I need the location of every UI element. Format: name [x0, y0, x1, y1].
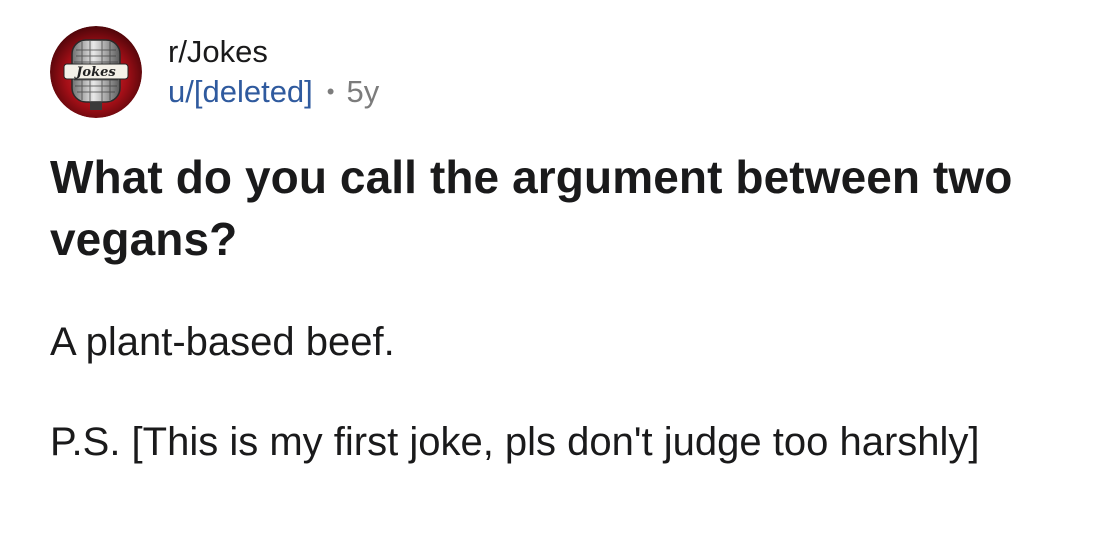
svg-text:Jokes: Jokes — [73, 65, 116, 80]
subreddit-avatar[interactable]: Jokes — [50, 26, 142, 118]
post-title: What do you call the argument between tw… — [50, 151, 1013, 265]
post-body-paragraph: A plant-based beef. — [50, 320, 395, 364]
byline: u/[deleted] • 5y — [168, 73, 379, 111]
subreddit-name[interactable]: r/Jokes — [168, 33, 379, 71]
microphone-icon: Jokes — [50, 26, 142, 118]
post-header: Jokes r/Jokes u/[deleted] • 5y — [50, 24, 379, 120]
author-username[interactable]: u/[deleted] — [168, 73, 313, 111]
separator-dot: • — [326, 79, 335, 104]
post-meta: r/Jokes u/[deleted] • 5y — [168, 33, 379, 111]
post-body-paragraph: P.S. [This is my first joke, pls don't j… — [50, 420, 980, 464]
post-age: 5y — [346, 74, 380, 109]
